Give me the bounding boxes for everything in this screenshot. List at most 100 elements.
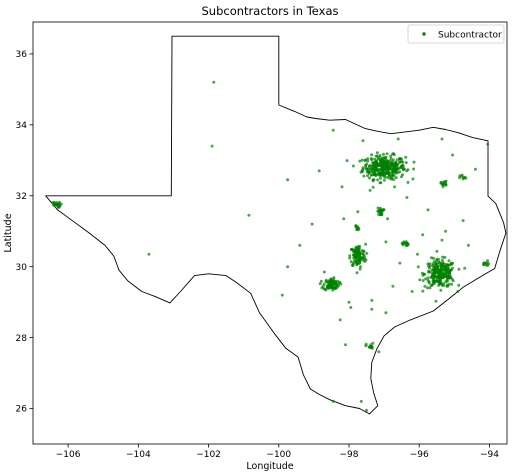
scatter-point [404,244,408,248]
scatter-point [400,175,403,179]
scatter-point [357,227,361,231]
scatter-point [444,280,448,284]
scatter-point [426,208,430,212]
scatter-point [386,217,390,221]
scatter-point [431,264,435,267]
scatter-point [372,178,376,182]
scatter-point [482,261,486,265]
scatter-point [421,279,425,282]
plot-area [32,21,508,445]
scatter-point [355,271,359,275]
scatter-point [424,277,428,281]
scatter-point [418,278,422,282]
scatter-point [368,176,371,180]
legend: Subcontractor [407,24,505,44]
x-tick-label: −102 [196,450,221,460]
scatter-point [377,171,381,175]
scatter-point [370,158,374,162]
scatter-point [379,176,382,180]
scatter-point [392,153,396,157]
scatter-point [375,154,379,158]
scatter-point [461,177,465,181]
scatter-point [330,285,334,289]
scatter-point [317,169,321,173]
scatter-point [351,264,355,268]
scatter-point [439,269,443,273]
scatter-point [362,174,366,178]
scatter-point [437,260,441,264]
scatter-point [427,281,431,285]
scatter-point [421,289,425,293]
y-axis: 26 28 30 32 34 36 [16,50,33,415]
x-axis: −106 −104 −102 −100 −98 −96 −94 [56,444,499,460]
scatter-point [340,185,344,189]
scatter-point [406,180,410,184]
scatter-point [358,259,361,263]
scatter-point [460,173,464,177]
scatter-point [440,137,444,141]
scatter-point [447,259,451,263]
scatter-point [450,282,454,286]
scatter-point [432,280,436,283]
scatter-point [486,263,490,267]
scatter-point [349,306,353,309]
scatter-point [402,240,406,244]
y-tick-label: 34 [16,121,28,131]
scatter-point [374,162,378,166]
scatter-point [378,168,382,171]
scatter-point [298,243,302,247]
scatter-point [357,261,361,265]
scatter-point [373,157,377,161]
x-tick-label: −106 [56,450,81,460]
scatter-point [362,250,365,253]
scatter-point [385,158,389,162]
scatter-point [392,174,396,178]
scatter-point [412,160,416,164]
scatter-point [359,399,363,403]
scatter-point [383,168,387,172]
scatter-point [374,168,377,172]
scatter-point [426,262,430,266]
scatter-point [356,210,360,214]
scatter-point [370,298,374,302]
scatter-point [247,213,251,217]
scatter-point [456,290,460,293]
scatter-point [430,256,433,260]
scatter-point [376,178,380,182]
scatter-point [384,240,388,244]
scatter-point [55,203,59,207]
scatter-point [330,282,334,286]
scatter-point [352,256,356,260]
scatter-point [310,222,314,226]
scatter-point [365,408,369,412]
scatter-point [392,169,396,173]
scatter-point [435,257,439,261]
scatter-point [466,243,470,247]
scatter-point [396,167,400,171]
scatter-point [371,185,375,189]
scatter-point [365,251,369,255]
scatter-point [347,300,351,304]
scatter-point [410,290,414,293]
scatter-point [331,399,335,403]
scatter-point [364,158,368,162]
scatter-point [348,256,352,260]
scatter-point [210,144,214,148]
scatter-point [393,185,397,189]
x-tick-label: −94 [480,450,499,460]
scatter-point [429,283,433,287]
scatter-point [381,172,384,176]
scatter-point [375,151,379,155]
scatter-point [378,213,382,217]
scatter-point [442,261,446,265]
scatter-point [385,152,389,156]
scatter-point [389,154,393,158]
scatter-point [369,346,373,350]
scatter-point [463,266,467,270]
scatter-point [373,173,377,177]
scatter-point [350,248,354,252]
scatter-point [428,270,432,274]
scatter-point [384,155,388,159]
scatter-point [464,176,468,180]
scatter-point [57,205,61,209]
